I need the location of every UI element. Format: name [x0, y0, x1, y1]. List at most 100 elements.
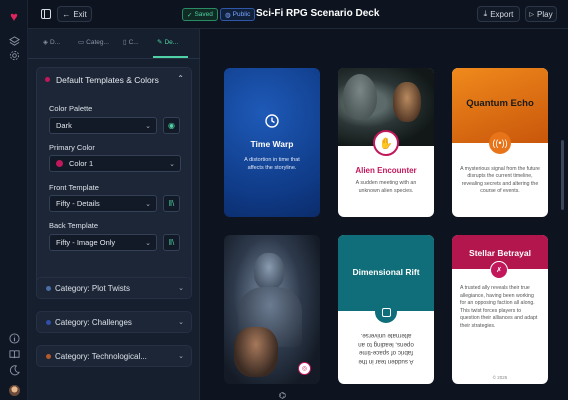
primary-color-select[interactable]: Color 1 ⌄	[49, 155, 181, 172]
palette-icon: ◉	[168, 121, 175, 130]
tab-cards[interactable]: ▯ C...	[123, 38, 139, 47]
card-title: Stellar Betrayal	[469, 248, 531, 258]
sidebar-toggle-button[interactable]	[38, 6, 54, 22]
card-badge-icon: ◎	[298, 362, 311, 375]
card-title: Dimensional Rift	[352, 267, 420, 277]
tab-design[interactable]: ✎ De...	[157, 38, 179, 47]
tab-categories[interactable]: ▭ Categ...	[78, 38, 109, 47]
category-label: Category: Plot Twists	[55, 283, 130, 293]
saved-label: Saved	[194, 11, 213, 18]
robot-head-shape	[254, 253, 284, 289]
check-icon: ✓	[187, 11, 193, 19]
panel-title: Default Templates & Colors	[56, 75, 159, 85]
tab-label: D...	[50, 38, 61, 46]
select-value: Color 1	[69, 159, 94, 168]
palette-picker-button[interactable]: ◉	[163, 117, 180, 134]
play-icon: ▷	[529, 11, 535, 18]
panel-header[interactable]: Default Templates & Colors ⌃	[37, 68, 193, 92]
category-technological[interactable]: Category: Technological... ⌄	[36, 345, 192, 367]
main-scrollbar[interactable]	[561, 140, 564, 210]
signal-icon-circle: ((•))	[489, 132, 511, 154]
templates-panel: Default Templates & Colors ⌃ Color Palet…	[36, 67, 192, 296]
tab-details[interactable]: ◈ D...	[43, 38, 61, 47]
public-badge: ◍ Public	[220, 8, 256, 21]
brush-icon: ✎	[157, 39, 163, 46]
export-button[interactable]: ⤓ Export	[477, 6, 520, 22]
globe-icon: ◍	[225, 11, 231, 19]
card-alien-encounter[interactable]: ✋ Alien Encounter A sudden meeting with …	[338, 68, 434, 217]
soldier-figure-shape	[234, 327, 278, 377]
chevron-down-icon: ⌄	[178, 319, 184, 326]
tab-label: C...	[128, 38, 139, 46]
card-quantum-echo[interactable]: Quantum Echo ((•)) A mysterious signal f…	[452, 68, 548, 217]
category-label: Category: Challenges	[55, 317, 132, 327]
category-dot	[46, 319, 51, 325]
exit-button[interactable]: ← Exit	[57, 6, 92, 22]
chevron-up-icon: ⌃	[177, 74, 184, 83]
user-avatar[interactable]	[6, 382, 22, 398]
category-challenges[interactable]: Category: Challenges ⌄	[36, 311, 192, 333]
back-template-library-button[interactable]: ‖\	[163, 234, 180, 251]
public-label: Public	[232, 11, 251, 18]
settings-icon[interactable]	[6, 47, 22, 63]
export-label: Export	[490, 9, 514, 19]
category-dot	[46, 353, 51, 359]
back-template-label: Back Template	[49, 221, 99, 230]
card-title: Quantum Echo	[466, 98, 534, 109]
card-time-warp[interactable]: Time Warp A distortion in time that affe…	[224, 68, 320, 217]
exit-label: Exit	[73, 9, 87, 19]
user-x-icon-circle: ✗	[490, 261, 508, 279]
tab-label: Categ...	[86, 38, 109, 46]
category-plot-twists[interactable]: Category: Plot Twists ⌄	[36, 277, 192, 299]
tab-label: De...	[164, 38, 179, 46]
select-value: Fifty - Details	[56, 199, 100, 208]
card-footer: © 2025	[492, 375, 508, 380]
hand-icon-circle: ✋	[373, 130, 399, 156]
folder-icon: ▭	[78, 39, 85, 46]
clock-icon	[265, 114, 279, 128]
card-stellar-betrayal[interactable]: Stellar Betrayal ✗ A trusted ally reveal…	[452, 235, 548, 384]
back-template-select[interactable]: Fifty - Image Only ⌄	[49, 234, 157, 251]
select-value: Dark	[56, 121, 72, 130]
front-template-label: Front Template	[49, 183, 99, 192]
deck-title: Sci-Fi RPG Scenario Deck	[256, 8, 380, 19]
color-palette-select[interactable]: Dark ⌄	[49, 117, 157, 134]
book-icon[interactable]	[6, 346, 22, 362]
category-label: Category: Technological...	[55, 351, 147, 361]
icon-rail: ♥	[0, 0, 28, 400]
color-dot	[45, 77, 50, 82]
sidebar-tabs: ◈ D... ▭ Categ... ▯ C... ✎ De...	[28, 29, 200, 59]
front-template-select[interactable]: Fifty - Details ⌄	[49, 195, 157, 212]
sidebar: ◈ D... ▭ Categ... ▯ C... ✎ De... Default Tem…	[28, 29, 200, 400]
sidebar-toggle-icon	[41, 9, 51, 19]
layers-icon: ◈	[43, 39, 48, 46]
chevron-down-icon: ⌄	[145, 123, 151, 130]
download-icon: ⤓	[483, 9, 488, 18]
human-face-shape	[393, 82, 421, 122]
color-palette-label: Color Palette	[49, 104, 93, 113]
active-tab-indicator	[153, 56, 188, 58]
play-button[interactable]: ▷ Play	[525, 6, 557, 22]
back-arrow-icon: ←	[62, 9, 71, 19]
chevron-down-icon: ⌄	[178, 353, 184, 360]
primary-color-swatch	[56, 160, 63, 167]
select-value: Fifty - Image Only	[56, 238, 116, 247]
category-dot	[46, 285, 51, 291]
logo-heart-icon[interactable]: ♥	[6, 8, 22, 24]
front-template-library-button[interactable]: ‖\	[163, 195, 180, 212]
chevron-down-icon: ⌄	[178, 285, 184, 292]
primary-color-label: Primary Color	[49, 143, 95, 152]
card-dimensional-rift[interactable]: Dimensional Rift A sudden tear in the fa…	[338, 235, 434, 384]
card-title: Time Warp	[250, 139, 294, 149]
chevron-down-icon: ⌄	[145, 240, 151, 247]
saved-badge: ✓ Saved	[182, 8, 218, 21]
top-bar: ← Exit ✓ Saved ◍ Public Sci-Fi RPG Scena…	[28, 0, 568, 29]
card-description: A trusted ally reveals their true allegi…	[460, 285, 538, 329]
moon-icon[interactable]	[6, 362, 22, 378]
play-label: Play	[537, 9, 553, 19]
chevron-down-icon: ⌄	[169, 161, 175, 168]
info-icon[interactable]	[6, 330, 22, 346]
chevron-down-icon: ⌄	[145, 201, 151, 208]
partial-card-icon: ⌬	[279, 391, 286, 400]
card-robot-soldier[interactable]: ◎	[224, 235, 320, 384]
